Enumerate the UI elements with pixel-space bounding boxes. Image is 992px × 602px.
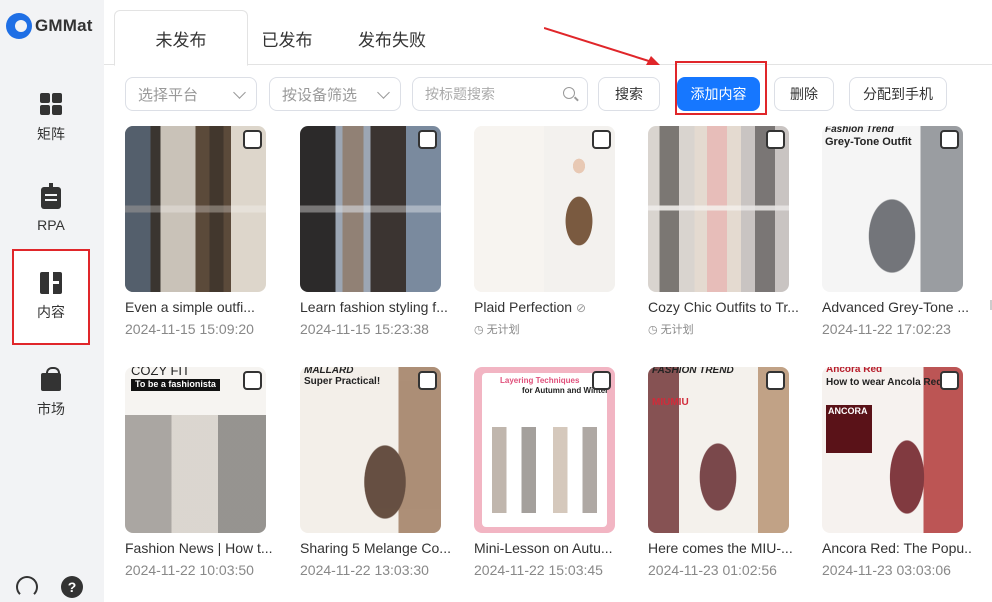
chevron-down-icon [377,86,390,99]
delete-button[interactable]: 删除 [774,77,834,111]
thumb-caption: To be a fashionista [131,379,220,391]
thumb-caption: FASHION TREND [652,367,734,376]
card-date: 2024-11-22 17:02:23 [822,321,951,337]
main-content: 未发布 已发布 发布失败 选择平台 按设备筛选 搜索 添加内容 删除 分配到手机 [104,0,992,602]
card-status-text: 无计划 [486,324,520,336]
help-icon[interactable]: ? [61,576,83,598]
thumb-caption: MALLARD [304,367,354,376]
card-title: Here comes the MIU-... [648,540,793,556]
thumb-caption: Layering Techniques [500,376,580,385]
card-thumbnail [300,126,441,292]
card-date: 2024-11-22 10:03:50 [125,562,254,578]
chevron-down-icon [233,86,246,99]
sidebar-item-label: 市场 [37,401,65,417]
headset-icon[interactable] [16,576,38,598]
sidebar-item-market[interactable]: 市场 [12,346,90,442]
sidebar-item-label: 内容 [37,304,65,320]
device-filter-select[interactable]: 按设备筛选 [269,77,401,111]
tab-publish-failed[interactable]: 发布失败 [336,10,448,66]
card-thumbnail [474,126,615,292]
logo-text: GMMat [35,16,93,35]
sidebar-item-matrix[interactable]: 矩阵 [12,70,90,166]
platform-select-value: 选择平台 [138,86,199,104]
card-title: Sharing 5 Melange Co... [300,540,450,556]
clock-icon: ◷ [648,324,661,336]
card-checkbox[interactable] [418,371,437,390]
card-thumbnail: FASHION TREND MIUMIU [648,367,789,533]
clock-icon: ◷ [474,324,487,336]
bag-icon [41,367,61,391]
card-date: 2024-11-22 13:03:30 [300,562,429,578]
card-title: Ancora Red: The Popu... [822,540,972,556]
card-thumbnail: Ancora Red How to wear Ancola Red ANCORA [822,367,963,533]
card-checkbox[interactable] [766,371,785,390]
card-checkbox[interactable] [243,371,262,390]
card-title: Cozy Chic Outfits to Tr... [648,299,798,315]
title-search-input[interactable] [425,86,555,102]
card-title: Even a simple outfi... [125,299,255,315]
card-thumbnail [125,126,266,292]
card-checkbox[interactable] [766,130,785,149]
card-title: Learn fashion styling f... [300,299,448,315]
link-icon: ⊘ [575,301,587,315]
thumb-caption: Super Practical! [304,376,381,387]
robot-icon [41,183,61,209]
sidebar-item-label: 矩阵 [37,126,65,142]
sidebar: GMMat 矩阵 RPA 内容 市场 ? [0,0,104,602]
thumb-caption: How to wear Ancola Red [826,377,943,388]
card-date: 2024-11-23 03:03:06 [822,562,951,578]
thumb-caption: Ancora Red [826,367,883,375]
thumb-caption: Grey-Tone Outfit [825,136,912,148]
card-title: Plaid Perfection ⊘ [474,299,624,315]
card-title-text: Plaid Perfection [474,299,573,315]
grid-icon [39,92,63,116]
sidebar-item-rpa[interactable]: RPA [12,162,90,258]
card-status: ◷ 无计划 [648,321,694,337]
thumb-caption: COZY FIT [131,367,190,378]
logo-icon [6,13,32,39]
card-checkbox[interactable] [592,371,611,390]
card-checkbox[interactable] [592,130,611,149]
card-date: 2024-11-23 01:02:56 [648,562,777,578]
thumb-caption: Fashion Trend [825,126,894,135]
device-select-value: 按设备筛选 [282,86,358,104]
title-search-box [412,77,588,111]
app-logo: GMMat [6,12,93,40]
card-thumbnail: COZY FIT To be a fashionista [125,367,266,533]
assign-to-phone-button[interactable]: 分配到手机 [849,77,947,111]
card-title: Mini-Lesson on Autu... [474,540,613,556]
card-title: Fashion News | How t... [125,540,273,556]
card-checkbox[interactable] [243,130,262,149]
tab-unpublished[interactable]: 未发布 [114,10,248,66]
card-date: 2024-11-15 15:09:20 [125,321,254,337]
card-checkbox[interactable] [418,130,437,149]
card-date: 2024-11-15 15:23:38 [300,321,429,337]
thumb-caption: ANCORA [828,406,868,416]
card-thumbnail [648,126,789,292]
book-icon [40,272,62,294]
card-checkbox[interactable] [940,130,959,149]
annotation-arrow [544,27,660,65]
card-date: 2024-11-22 15:03:45 [474,562,603,578]
platform-select[interactable]: 选择平台 [125,77,257,111]
search-icon[interactable] [563,87,575,99]
thumb-caption: MIUMIU [652,397,689,408]
card-title: Advanced Grey-Tone ... [822,299,970,315]
tab-published[interactable]: 已发布 [242,10,332,66]
sidebar-item-label: RPA [37,217,65,233]
search-button[interactable]: 搜索 [598,77,660,111]
card-thumbnail: Layering Techniques for Autumn and Winte… [474,367,615,533]
card-status: ◷ 无计划 [474,321,520,337]
card-thumbnail: Fashion Trend Grey-Tone Outfit [822,126,963,292]
card-checkbox[interactable] [940,371,959,390]
card-thumbnail: MALLARD Super Practical! [300,367,441,533]
sidebar-item-content[interactable]: 内容 [12,249,90,345]
annotation-highlight [675,61,767,115]
card-status-text: 无计划 [660,324,694,336]
